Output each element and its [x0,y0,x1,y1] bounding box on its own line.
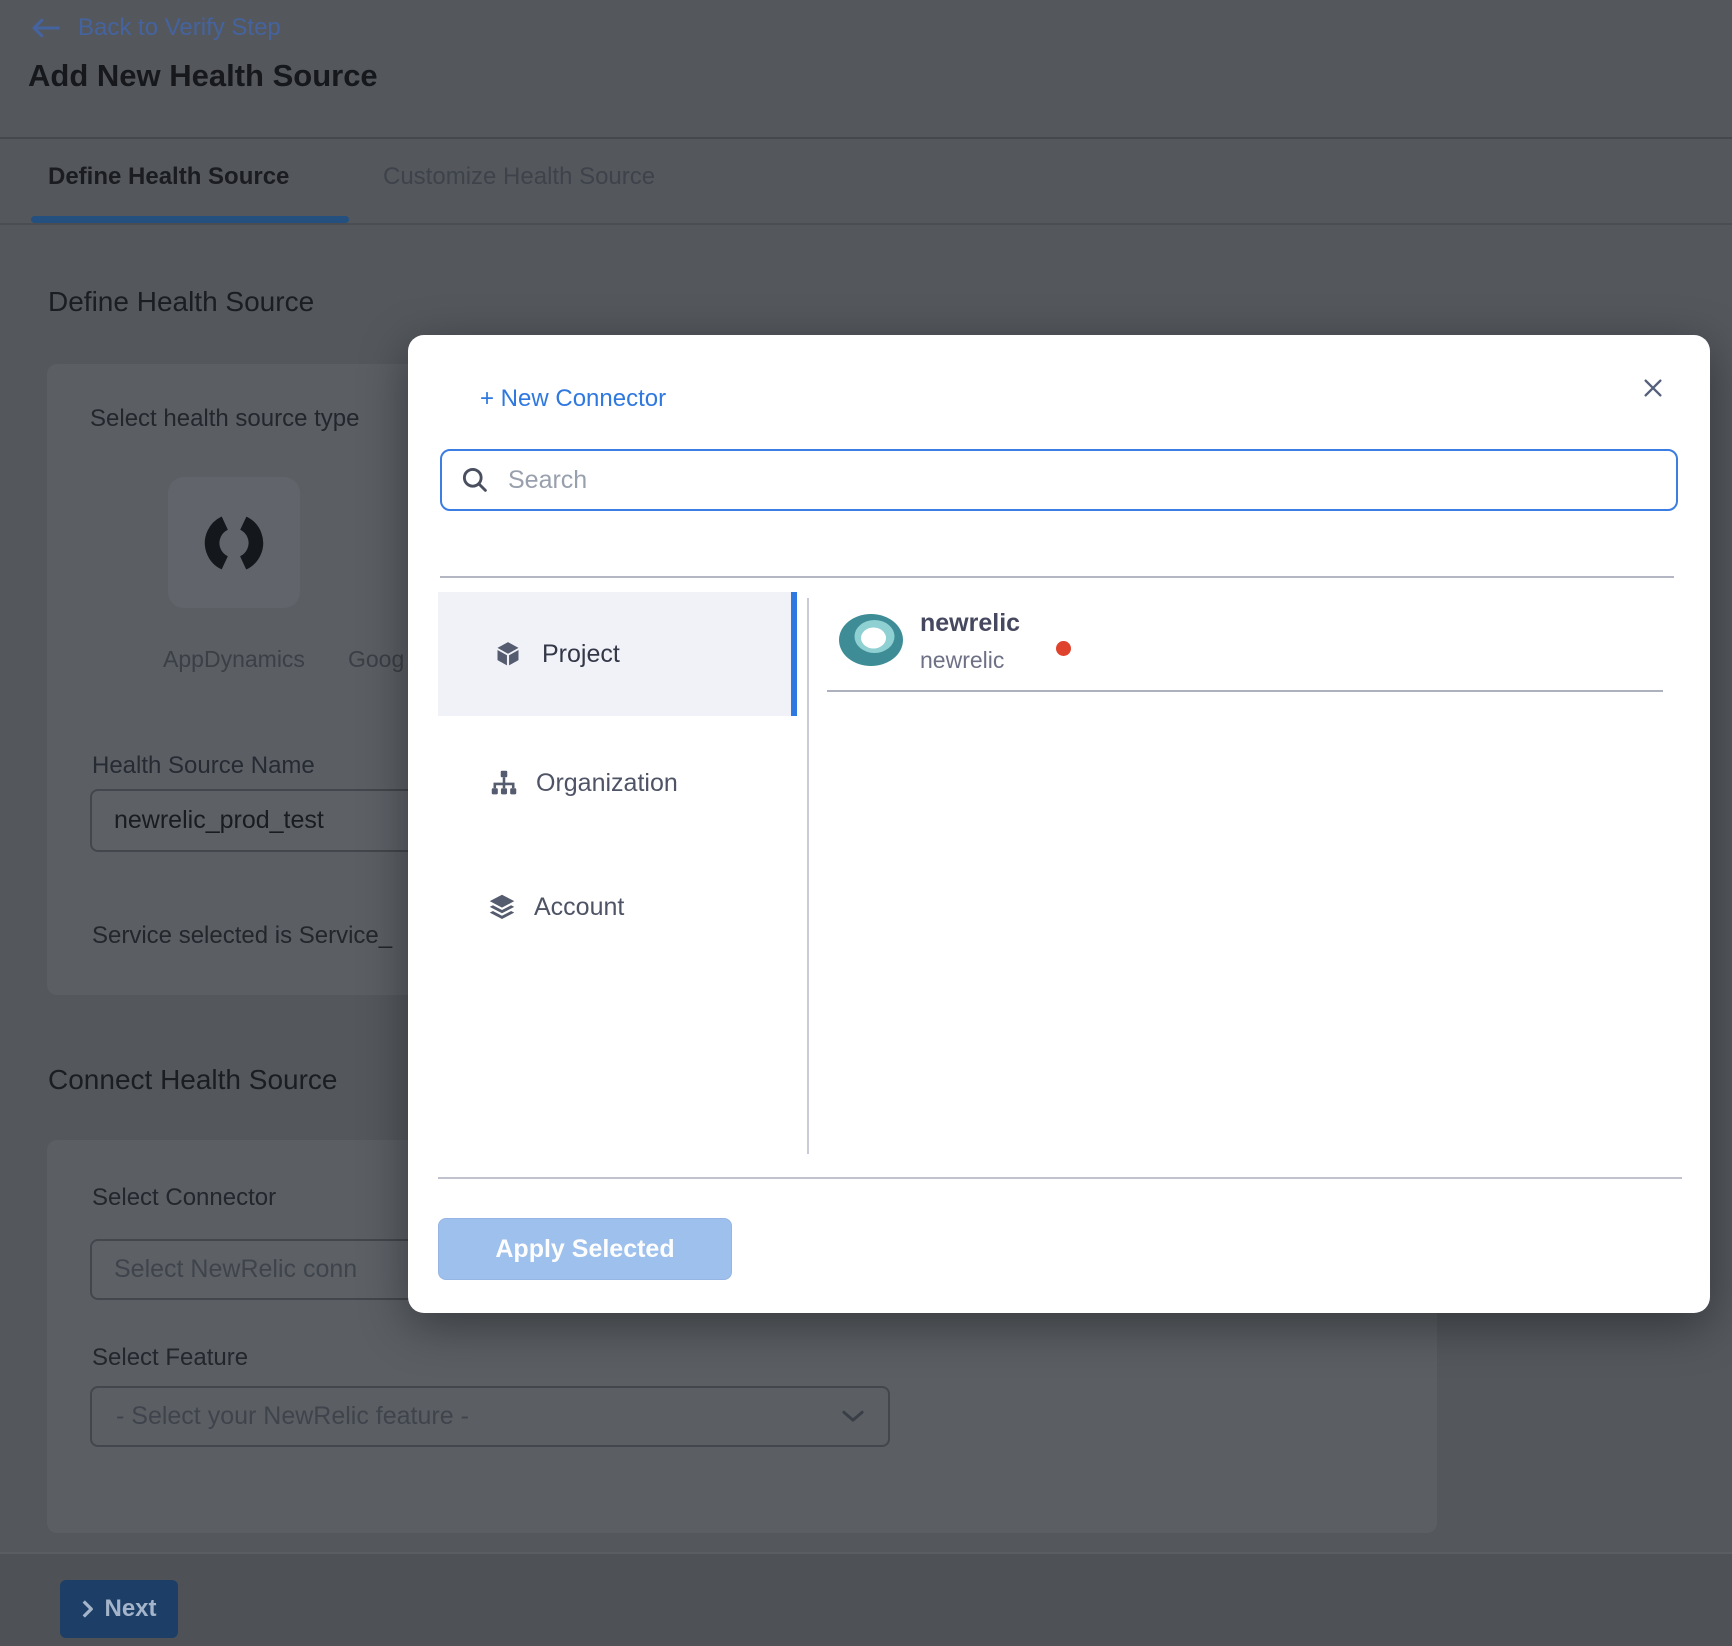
search-input[interactable] [506,465,1676,496]
connector-row-divider [827,690,1663,692]
newrelic-logo [838,613,906,667]
search-icon [460,465,490,495]
status-dot [1056,641,1071,656]
header-divider [0,137,1732,139]
source-type-appdynamics-tile[interactable] [168,477,300,608]
modal-top-divider [440,576,1674,578]
close-icon [1642,375,1664,401]
connector-row-newrelic[interactable]: newrelic newrelic [827,597,1663,689]
cube-icon [494,640,522,668]
appdynamics-icon [199,508,269,578]
connector-select-modal: + New Connector Project [408,335,1710,1313]
new-connector-link[interactable]: + New Connector [480,385,666,413]
apply-selected-label: Apply Selected [495,1235,674,1264]
modal-bottom-divider [438,1177,1682,1179]
service-selected-note: Service selected is Service_ [92,922,392,950]
scope-item-label: Account [534,893,624,922]
apply-selected-button[interactable]: Apply Selected [438,1218,732,1280]
back-link-row[interactable]: Back to Verify Step [28,14,281,42]
appdynamics-caption: AppDynamics [141,646,327,673]
next-button-label: Next [104,1595,156,1623]
screen: Back to Verify Step Add New Health Sourc… [0,0,1732,1646]
scope-item-organization[interactable]: Organization [438,731,797,835]
scope-item-label: Project [542,640,620,669]
org-chart-icon [490,769,518,797]
health-source-name-label: Health Source Name [92,752,315,780]
active-tab-underline [31,216,349,223]
back-arrow-icon [28,17,62,39]
tab-define-health-source[interactable]: Define Health Source [48,163,289,191]
connector-name: newrelic [920,609,1020,638]
scope-item-account[interactable]: Account [438,855,797,959]
close-button[interactable] [1636,371,1670,405]
layers-icon [488,893,516,921]
search-field[interactable] [440,449,1678,511]
select-type-label: Select health source type [90,405,360,433]
define-section-heading: Define Health Source [48,286,314,318]
page-title: Add New Health Source [28,58,378,94]
select-connector-label: Select Connector [92,1184,276,1212]
scope-item-project[interactable]: Project [438,592,797,716]
select-feature-label: Select Feature [92,1344,248,1372]
connect-section-heading: Connect Health Source [48,1064,338,1096]
google-caption-partial: Goog [348,646,404,673]
back-to-verify-link[interactable]: Back to Verify Step [78,14,281,42]
chevron-right-icon [81,1599,94,1619]
tabstrip-divider [0,223,1732,225]
chevron-down-icon [842,1410,864,1423]
page-footer: Next [0,1552,1732,1646]
tab-customize-health-source[interactable]: Customize Health Source [383,163,655,191]
connector-id: newrelic [920,647,1004,674]
sidebar-divider [807,598,809,1154]
feature-placeholder: - Select your NewRelic feature - [116,1402,469,1431]
scope-item-label: Organization [536,769,678,798]
select-feature-dropdown[interactable]: - Select your NewRelic feature - [90,1386,890,1447]
next-button[interactable]: Next [60,1580,178,1638]
